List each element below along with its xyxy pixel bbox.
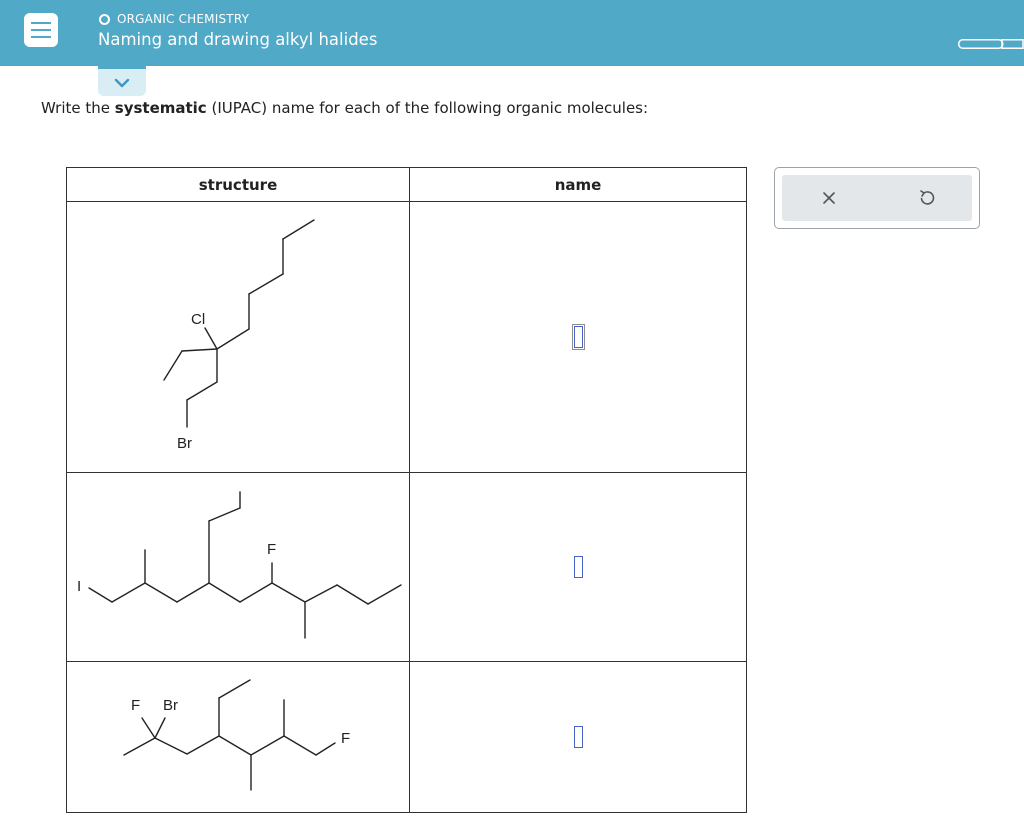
instructions-emphasis: systematic <box>114 99 207 117</box>
instructions: Write the systematic (IUPAC) name for ea… <box>41 99 648 117</box>
x-icon <box>823 192 835 204</box>
topic-circle-icon <box>99 13 110 25</box>
name-cell <box>409 661 747 813</box>
molecule-structure-2: I F <box>77 491 402 639</box>
atom-label-f: F <box>131 697 140 714</box>
atom-label-br: Br <box>177 435 192 452</box>
atom-label-f: F <box>267 541 276 558</box>
name-answer-input[interactable] <box>571 324 585 350</box>
undo-button[interactable] <box>915 186 939 210</box>
atom-label-cl: Cl <box>191 311 205 328</box>
name-header: name <box>409 167 747 202</box>
tools-bar <box>782 175 972 221</box>
instructions-prefix: Write the <box>41 99 115 117</box>
answer-tools-panel <box>774 167 980 229</box>
topic-label: ORGANIC CHEMISTRY <box>117 12 250 26</box>
hamburger-menu-icon[interactable] <box>24 13 58 47</box>
structure-cell: F Br F <box>66 661 410 813</box>
expand-button[interactable] <box>98 66 146 96</box>
instructions-suffix: (IUPAC) name for each of the following o… <box>206 99 649 117</box>
name-answer-input[interactable] <box>573 726 583 748</box>
molecule-structure-3: F Br F <box>123 679 350 791</box>
structure-header: structure <box>66 167 410 202</box>
atom-label-i: I <box>77 578 81 595</box>
name-answer-input[interactable] <box>573 556 583 578</box>
name-cell <box>409 201 747 473</box>
clear-button[interactable] <box>817 186 841 210</box>
progress-bar-icon[interactable] <box>958 34 1024 49</box>
structure-cell: Cl Br <box>66 201 410 473</box>
molecule-table: structure name Cl Br I F F Br F <box>66 167 747 813</box>
undo-icon <box>920 190 935 205</box>
app-header: ORGANIC CHEMISTRY Naming and drawing alk… <box>0 0 1024 66</box>
table-row: I F <box>66 472 747 662</box>
table-row: Cl Br <box>66 201 747 473</box>
molecule-structure-1: Cl Br <box>163 219 315 452</box>
page-title: Naming and drawing alkyl halides <box>98 30 378 49</box>
name-cell <box>409 472 747 662</box>
chevron-down-icon <box>114 78 130 87</box>
table-row: F Br F <box>66 661 747 813</box>
topic-row: ORGANIC CHEMISTRY <box>99 11 249 27</box>
atom-label-br: Br <box>163 697 178 714</box>
structure-cell: I F <box>66 472 410 662</box>
atom-label-f: F <box>341 730 350 747</box>
